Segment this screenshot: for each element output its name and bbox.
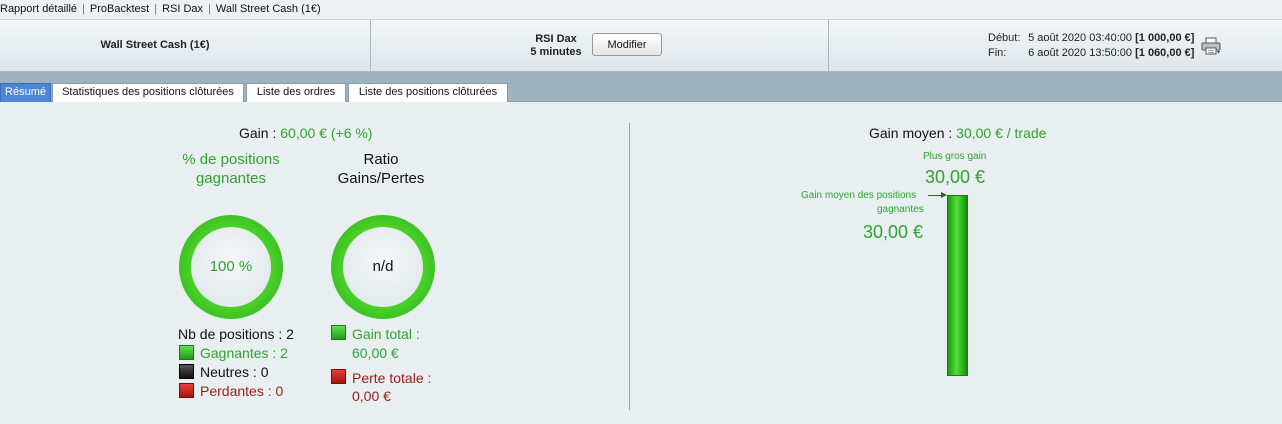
start-label: Début: — [988, 32, 1021, 44]
tab-closed-positions-list[interactable]: Liste des positions clôturées — [348, 83, 508, 102]
total-gain-swatch — [331, 325, 346, 340]
winning-percentage-ring: 100 % — [179, 215, 283, 319]
average-gain-bar — [947, 195, 968, 376]
header-dates-cell: Début: 5 août 2020 03:40:00 [1 000,00 €]… — [829, 20, 1282, 71]
avg-winning-value: 30,00 € — [863, 222, 924, 242]
total-loss-label: Perte totale : — [352, 370, 432, 386]
panel-divider — [629, 123, 630, 410]
average-gain-label: Gain moyen : — [869, 125, 957, 141]
start-capital: [1 000,00 €] — [1135, 32, 1195, 44]
neutral-count: Neutres : 0 — [200, 364, 269, 380]
losers-count: Perdantes : 0 — [200, 383, 284, 399]
total-gain-summary: Gain : 60,00 € (+6 %) — [239, 125, 372, 141]
report-header: Wall Street Cash (1€) RSI Dax 5 minutes … — [0, 20, 1282, 72]
total-gain-amount: 60,00 € — [352, 345, 399, 361]
positions-count: Nb de positions : 2 — [178, 326, 294, 342]
breadcrumb-separator: | — [208, 3, 211, 15]
strategy-name: RSI Dax — [535, 33, 577, 45]
end-date-row: Fin: 6 août 2020 13:50:00 [1 060,00 €] — [988, 47, 1194, 59]
breadcrumb-separator: | — [154, 3, 158, 15]
gain-value: 60,00 € (+6 %) — [280, 125, 373, 141]
breadcrumb-item-detailed-report[interactable]: Rapport détaillé — [0, 3, 77, 15]
tab-orders-list[interactable]: Liste des ordres — [246, 83, 346, 102]
avg-winning-label-line1: Gain moyen des positions — [801, 190, 917, 201]
total-loss-swatch — [331, 369, 346, 384]
breadcrumb-item-instrument[interactable]: Wall Street Cash (1€) — [216, 3, 321, 15]
end-capital: [1 060,00 €] — [1135, 47, 1195, 59]
neutral-swatch — [179, 364, 194, 379]
strategy-timeframe: 5 minutes — [530, 46, 582, 58]
total-gain-label: Gain total : — [352, 326, 420, 342]
total-loss-amount: 0,00 € — [352, 388, 391, 404]
breadcrumb: Rapport détaillé | ProBacktest | RSI Dax | Wal… — [0, 0, 1282, 20]
printer-icon[interactable] — [1201, 37, 1221, 55]
start-date: 5 août 2020 03:40:00 — [1028, 32, 1133, 44]
biggest-gain-label: Plus gros gain — [923, 151, 987, 162]
winning-percentage-title: % de positions gagnantes — [182, 151, 280, 187]
strategy-info: RSI Dax 5 minutes — [511, 33, 601, 59]
average-gain-summary: Gain moyen : 30,00 € / trade — [869, 125, 1046, 141]
winners-swatch — [179, 345, 194, 360]
gain-label: Gain : — [239, 125, 281, 141]
winning-percentage-value: 100 % — [191, 227, 271, 307]
start-date-row: Début: 5 août 2020 03:40:00 [1 000,00 €] — [988, 32, 1194, 44]
biggest-gain-value: 30,00 € — [925, 167, 986, 187]
tab-bar: Résumé Statistiques des positions clôtur… — [0, 72, 1282, 102]
winners-count: Gagnantes : 2 — [200, 345, 288, 361]
gain-loss-ratio-ring: n/d — [331, 215, 435, 319]
modify-button[interactable]: Modifier — [592, 33, 662, 56]
breadcrumb-item-probacktest[interactable]: ProBacktest — [90, 3, 149, 15]
breadcrumb-item-strategy[interactable]: RSI Dax — [162, 3, 203, 15]
tab-summary[interactable]: Résumé — [0, 83, 51, 102]
end-label: Fin: — [988, 47, 1007, 59]
end-date: 6 août 2020 13:50:00 — [1028, 47, 1133, 59]
instrument-name: Wall Street Cash (1€) — [100, 39, 210, 51]
tab-closed-positions-stats[interactable]: Statistiques des positions clôturées — [52, 83, 244, 102]
header-instrument-cell: Wall Street Cash (1€) — [0, 20, 371, 71]
gain-loss-ratio-value: n/d — [343, 227, 423, 307]
summary-content: Gain : 60,00 € (+6 %) % de positions gag… — [0, 102, 1282, 424]
breadcrumb-separator: | — [82, 3, 85, 15]
header-strategy-cell: RSI Dax 5 minutes Modifier — [371, 20, 829, 71]
avg-winning-label-line2: gagnantes — [877, 204, 924, 215]
average-gain-value: 30,00 € / trade — [956, 125, 1047, 141]
losers-swatch — [179, 383, 194, 398]
gain-loss-ratio-title: Ratio Gains/Pertes — [337, 151, 425, 187]
